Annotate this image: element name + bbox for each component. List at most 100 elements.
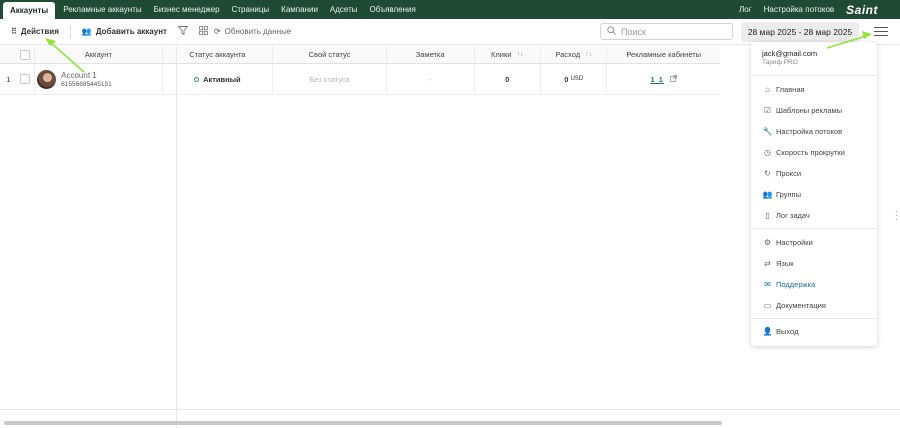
refresh-icon: ↻ — [764, 169, 771, 178]
search-input[interactable] — [621, 26, 721, 37]
header-own-status[interactable]: Свой статус — [273, 46, 387, 63]
resize-handle-icon[interactable]: · · · — [895, 208, 898, 224]
refresh-data-button[interactable]: ⟳ Обновить данные — [214, 27, 291, 36]
search-icon — [607, 26, 616, 37]
menu-divider — [751, 318, 877, 319]
header-note[interactable]: Заметка — [387, 46, 475, 63]
actions-label: Действия — [20, 27, 59, 36]
user-menu-dropdown: jack@gmail.com Тариф PRO ⌂ Главная ☑ Шаб… — [751, 42, 877, 346]
translate-icon: ⇄ — [764, 259, 771, 268]
menu-item-label: Главная — [776, 85, 805, 94]
menu-item-proxy[interactable]: ↻ Прокси — [762, 169, 801, 178]
document-icon: ▯ — [765, 211, 770, 220]
header-clicks-label: Клики — [491, 50, 512, 59]
table-footer-line — [0, 409, 900, 410]
sort-icon[interactable]: ↑↓ — [585, 51, 592, 58]
gear-icon: ⚙ — [763, 238, 772, 247]
menu-item-settings[interactable]: ⚙ Настройки — [762, 238, 813, 247]
menu-item-label: Настройка потоков — [776, 127, 843, 136]
actions-button[interactable]: ⠿ Действия — [11, 27, 59, 36]
refresh-label: Обновить данные — [224, 27, 292, 36]
frozen-column-divider — [176, 46, 177, 428]
menu-item-label: Поддержка — [776, 280, 816, 289]
ad-cabinets-link[interactable]: 1 1 — [651, 75, 664, 84]
menu-divider — [751, 75, 877, 76]
header-account[interactable]: Аккаунт — [35, 46, 163, 63]
accounts-table: Аккаунт Статус аккаунта Свой статус Заме… — [0, 46, 720, 95]
table-row[interactable]: 1 Account 1 61556685445151 Активный Без … — [0, 64, 720, 95]
horizontal-scrollbar[interactable] — [4, 421, 722, 425]
menu-item-stream-settings[interactable]: 🔧 Настройка потоков — [762, 127, 843, 136]
menu-item-ad-templates[interactable]: ☑ Шаблоны рекламы — [762, 106, 842, 115]
refresh-icon: ⟳ — [213, 27, 221, 36]
menu-item-language[interactable]: ⇄ Язык — [762, 259, 793, 268]
nav-link-log[interactable]: Лог — [733, 0, 758, 19]
header-spend[interactable]: Расход ↑↓ — [541, 46, 608, 63]
tab-business-manager[interactable]: Бизнес менеджер — [148, 0, 226, 19]
menu-item-groups[interactable]: 👥 Группы — [762, 190, 801, 199]
folder-icon: ▭ — [763, 301, 772, 310]
menu-divider — [751, 228, 877, 229]
tab-campaigns[interactable]: Кампании — [275, 0, 324, 19]
header-spend-label: Расход — [555, 50, 581, 59]
own-status-cell[interactable]: Без статуса — [273, 64, 387, 94]
header-clicks[interactable]: Клики ↑↓ — [475, 46, 541, 63]
add-account-button[interactable]: 👥 Добавить аккаунт — [82, 27, 167, 36]
note-cell[interactable]: - — [387, 64, 475, 94]
menu-item-label: Выход — [776, 327, 799, 336]
user-email: jack@gmail.com — [762, 49, 818, 58]
user-icon: 👤 — [762, 327, 773, 336]
row-select-cell — [17, 64, 36, 94]
tab-ads[interactable]: Объявления — [364, 0, 422, 19]
menu-item-scroll-speed[interactable]: ◷ Скорость прокрутки — [762, 148, 845, 157]
ad-cabinets-cell: 1 1 — [607, 64, 720, 94]
hamburger-menu-icon[interactable] — [874, 25, 888, 38]
header-account-status[interactable]: Статус аккаунта — [163, 46, 274, 63]
filter-icon[interactable] — [177, 26, 189, 37]
account-name: Account 1 — [61, 70, 97, 80]
menu-item-home[interactable]: ⌂ Главная — [762, 85, 805, 94]
template-icon: ☑ — [763, 106, 772, 115]
avatar — [37, 69, 57, 89]
spend-value: 0 — [564, 74, 569, 84]
menu-item-label: Шаблоны рекламы — [776, 106, 843, 115]
users-icon: 👥 — [762, 190, 773, 199]
nav-link-stream-settings[interactable]: Настройка потоков — [758, 0, 841, 19]
add-user-icon: 👥 — [81, 27, 92, 36]
menu-item-label: Скорость прокрутки — [776, 148, 845, 157]
toolbar-divider — [69, 25, 71, 38]
external-link-icon[interactable] — [670, 74, 677, 84]
account-cell[interactable]: Account 1 61556685445151 — [35, 64, 163, 94]
menu-item-label: Группы — [776, 190, 801, 199]
account-status-cell: Активный — [163, 64, 274, 94]
menu-item-documentation[interactable]: ▭ Документация — [762, 301, 826, 310]
header-ad-cabinets[interactable]: Рекламные кабинеты — [607, 46, 720, 63]
home-icon: ⌂ — [765, 85, 770, 94]
menu-item-logout[interactable]: 👤 Выход — [762, 327, 799, 336]
table-header: Аккаунт Статус аккаунта Свой статус Заме… — [0, 46, 720, 64]
user-plan: Тариф PRO — [762, 59, 798, 66]
clicks-cell: 0 — [475, 64, 541, 94]
account-id: 61556685445151 — [61, 80, 112, 88]
status-dot-icon — [194, 76, 200, 82]
select-all-checkbox[interactable] — [20, 49, 31, 60]
menu-item-task-log[interactable]: ▯ Лог задач — [762, 211, 810, 220]
columns-icon[interactable] — [199, 26, 208, 37]
tab-pages[interactable]: Страницы — [226, 0, 276, 19]
menu-item-support[interactable]: ✉ Поддержка — [762, 280, 815, 289]
date-range-picker[interactable]: 28 мар 2025 - 28 мар 2025 — [741, 22, 859, 42]
account-info: Account 1 61556685445151 — [61, 71, 112, 88]
sort-icon[interactable]: ↑↓ — [516, 51, 523, 58]
tab-ad-accounts[interactable]: Рекламные аккаунты — [57, 0, 147, 19]
tab-adsets[interactable]: Адсеты — [324, 0, 364, 19]
tab-accounts[interactable]: Аккаунты — [3, 2, 56, 19]
row-index: 1 — [6, 74, 11, 84]
header-index — [0, 46, 17, 63]
menu-item-label: Настройки — [776, 238, 813, 247]
spend-cell: 0 USD — [541, 64, 608, 94]
brand-logo: Saint — [846, 2, 878, 17]
header-select-all — [17, 46, 36, 63]
app-window: Аккаунты Рекламные аккаунты Бизнес менед… — [0, 0, 900, 428]
row-checkbox[interactable] — [20, 74, 31, 84]
